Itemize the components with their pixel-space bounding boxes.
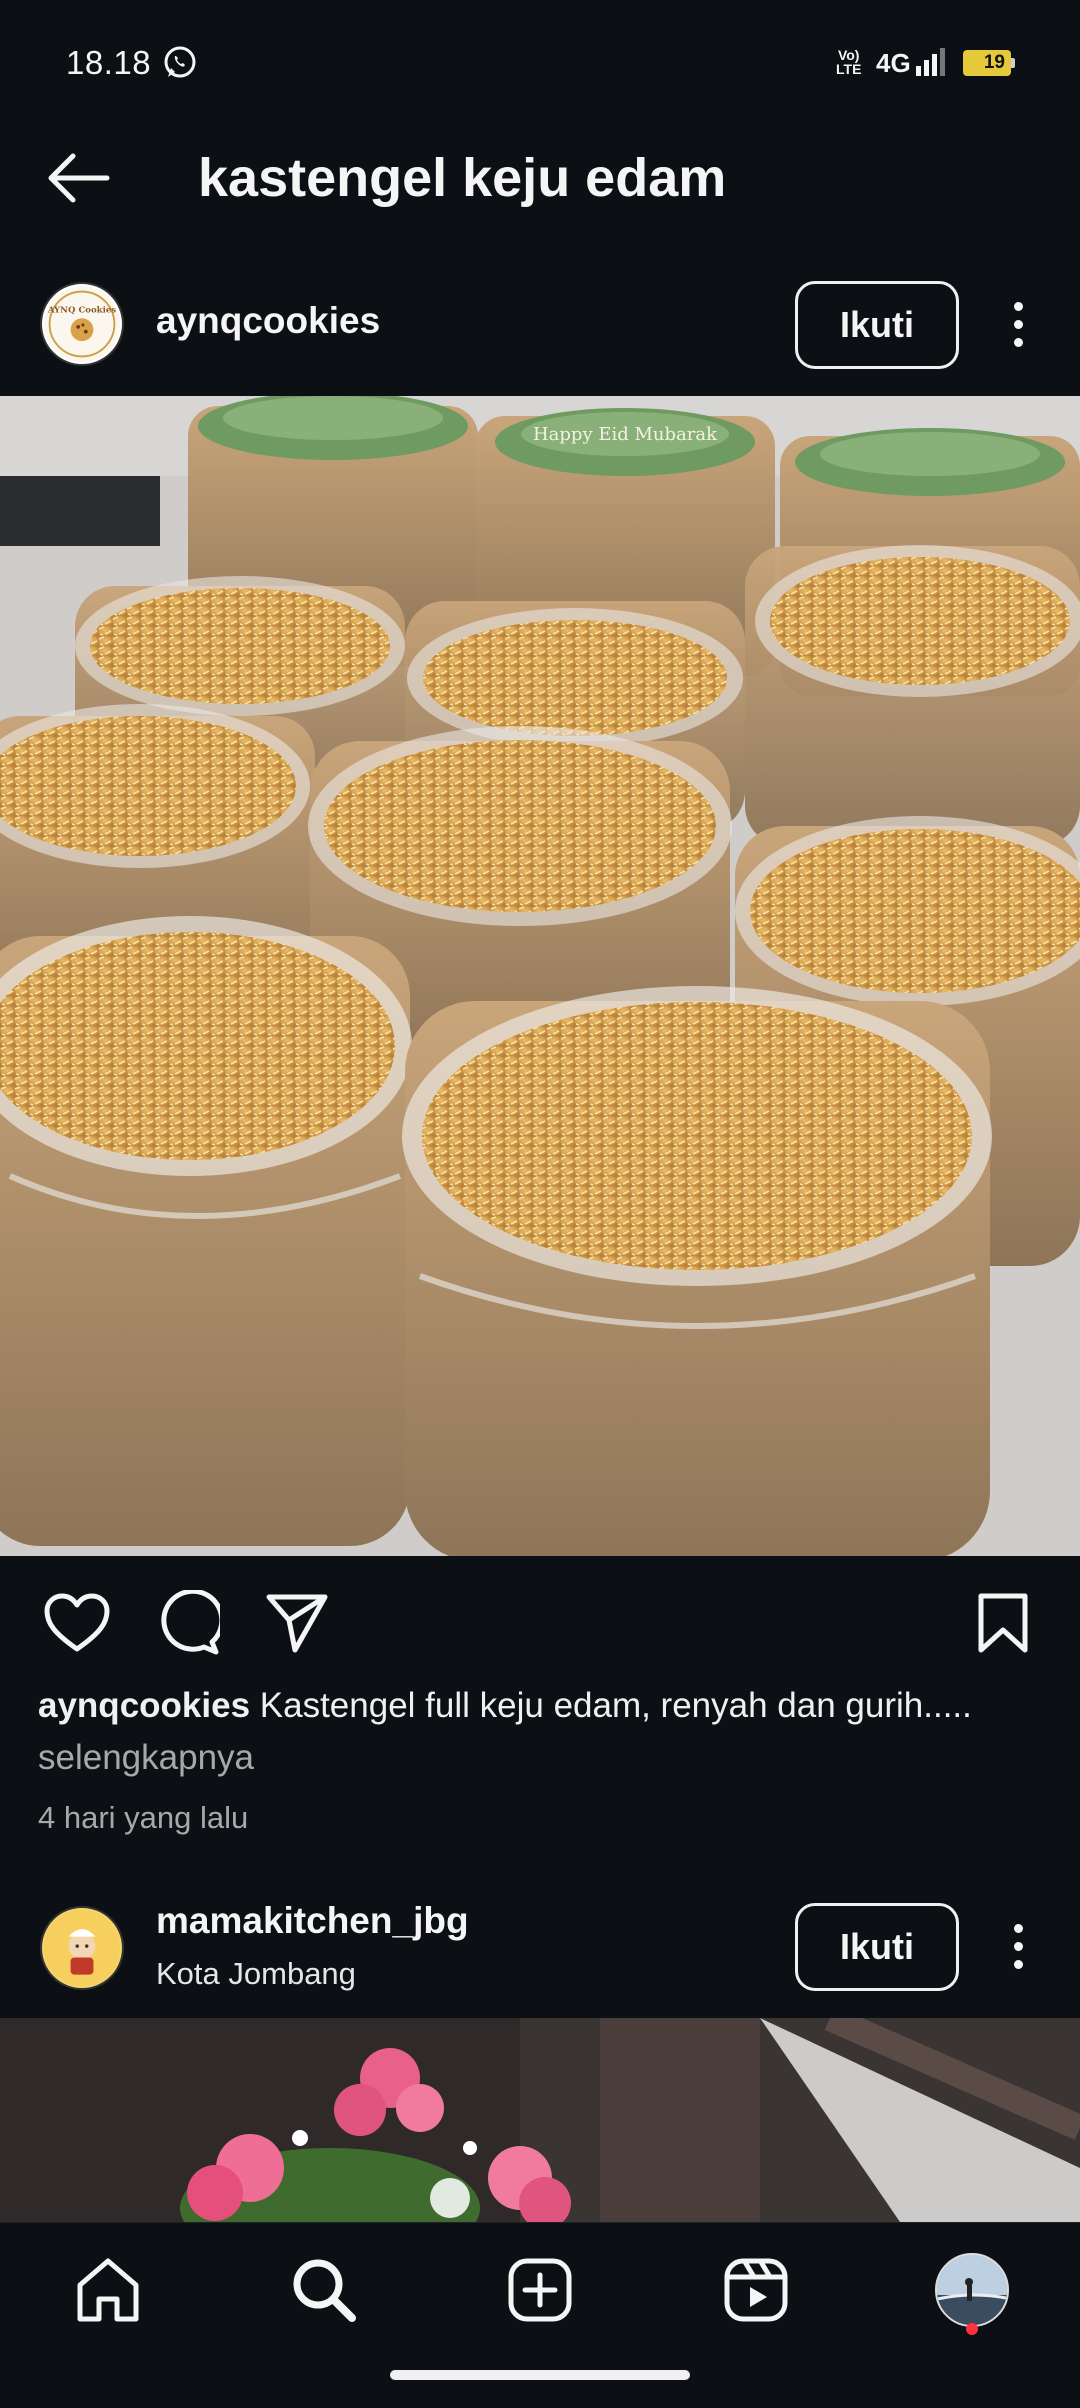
- page-title: kastengel keju edam: [198, 148, 727, 208]
- battery-level: 19: [983, 52, 1005, 73]
- network-type: 4G: [876, 48, 911, 78]
- svg-text:AYNQ Cookies: AYNQ Cookies: [47, 306, 116, 316]
- next-post-image[interactable]: [0, 2018, 1080, 2222]
- aynq-logo: AYNQ Cookies: [43, 285, 121, 363]
- see-more-link[interactable]: selengkapnya: [38, 1732, 254, 1784]
- flowers-photo: [0, 2018, 1080, 2222]
- paper-plane-icon: [266, 1594, 328, 1653]
- bookmark-icon: [978, 1593, 1028, 1653]
- nav-search[interactable]: [274, 2240, 374, 2340]
- battery-icon: 19: [963, 50, 1015, 76]
- next-post-follow-button[interactable]: Ikuti: [795, 1903, 959, 1991]
- volte-indicator: Vo) LTE: [836, 47, 862, 77]
- post-image[interactable]: Happy Eid Mubarak: [0, 396, 1080, 1556]
- status-time: 18.18: [66, 44, 152, 81]
- avatar[interactable]: AYNQ Cookies: [40, 282, 124, 366]
- signal-icon: [916, 48, 945, 76]
- cookie-jars-photo: Happy Eid Mubarak: [0, 396, 1080, 1556]
- like-button[interactable]: [40, 1586, 114, 1660]
- mamakitchen-logo: [43, 1909, 121, 1987]
- create-icon: [508, 2258, 572, 2322]
- comment-button[interactable]: [150, 1586, 224, 1660]
- next-post-more-options-button[interactable]: [998, 1916, 1038, 1976]
- profile-avatar: [935, 2253, 1009, 2327]
- post-timestamp: 4 hari yang lalu: [38, 1800, 249, 1835]
- save-button[interactable]: [966, 1586, 1040, 1660]
- caption-text: Kastengel full keju edam, renyah dan gur…: [250, 1686, 972, 1725]
- whatsapp-icon: [164, 46, 196, 78]
- share-button[interactable]: [260, 1586, 334, 1660]
- nav-reels[interactable]: [706, 2240, 806, 2340]
- reels-icon: [724, 2258, 788, 2322]
- nav-create[interactable]: [490, 2240, 590, 2340]
- search-icon: [293, 2259, 356, 2322]
- arrow-left-icon: [48, 153, 110, 203]
- notification-dot: [966, 2323, 978, 2335]
- home-indicator[interactable]: [390, 2370, 690, 2380]
- jar-label: Happy Eid Mubarak: [533, 424, 718, 445]
- comment-icon: [161, 1590, 220, 1655]
- caption-username[interactable]: aynqcookies: [38, 1686, 250, 1725]
- home-icon: [77, 2258, 139, 2322]
- next-post-avatar[interactable]: [40, 1906, 124, 1990]
- nav-home[interactable]: [58, 2240, 158, 2340]
- post-username[interactable]: aynqcookies: [156, 300, 380, 342]
- next-post-username[interactable]: mamakitchen_jbg: [156, 1900, 469, 1942]
- next-post-location[interactable]: Kota Jombang: [156, 1956, 356, 1992]
- status-bar: 18.18 Vo) LTE 4G 19: [0, 0, 1080, 126]
- heart-icon: [44, 1593, 110, 1652]
- post-caption: aynqcookies Kastengel full keju edam, re…: [38, 1680, 1048, 1732]
- more-options-button[interactable]: [998, 294, 1038, 354]
- back-button[interactable]: [38, 146, 118, 210]
- follow-button[interactable]: Ikuti: [795, 281, 959, 369]
